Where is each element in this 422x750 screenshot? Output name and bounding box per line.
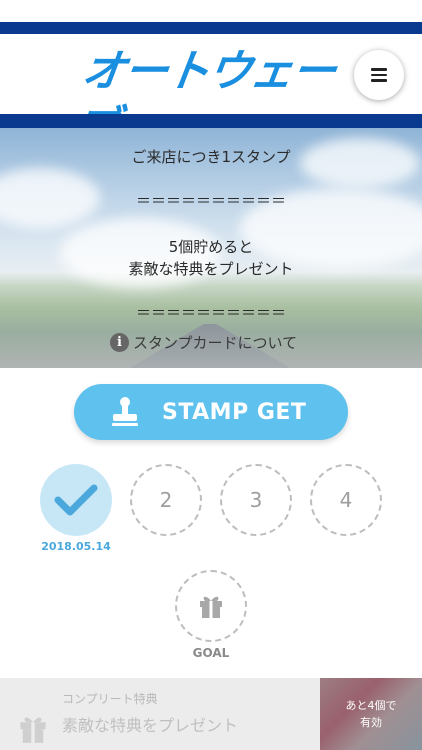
hero-divider: ＝＝＝＝＝＝＝＝＝＝ bbox=[135, 304, 286, 322]
hero-banner: ご来店につき1スタンプ ＝＝＝＝＝＝＝＝＝＝ 5個貯めると 素敵な特典をプレゼン… bbox=[0, 128, 422, 368]
hero-line-stamp-rule: ご来店につき1スタンプ bbox=[131, 148, 291, 166]
gift-icon bbox=[200, 596, 222, 618]
brand-logo: オートウェーブ bbox=[71, 46, 338, 153]
check-icon bbox=[54, 484, 98, 516]
stamp-slot-4-number: 4 bbox=[339, 488, 353, 512]
goal-label: GOAL bbox=[192, 646, 230, 660]
status-area bbox=[0, 0, 422, 22]
hamburger-icon-line bbox=[371, 79, 387, 82]
stamp-slot-1 bbox=[40, 464, 112, 536]
stamp-slot-2: 2 bbox=[130, 464, 202, 536]
stamp-slot-goal bbox=[175, 570, 247, 642]
stamp-get-label: STAMP GET bbox=[162, 399, 307, 425]
hero-line-collect: 5個貯めると bbox=[168, 238, 254, 256]
stamp-slot-3: 3 bbox=[220, 464, 292, 536]
stamp-slot-3-number: 3 bbox=[249, 488, 263, 512]
about-stamp-card-link[interactable]: i スタンプカードについて bbox=[110, 331, 297, 353]
hamburger-icon-line bbox=[371, 73, 387, 77]
app-header: オートウェーブ bbox=[0, 34, 422, 153]
hamburger-icon-line bbox=[371, 68, 387, 71]
header-top-bar bbox=[0, 22, 422, 34]
reward-remaining-count: あと4個で bbox=[345, 699, 397, 712]
menu-button[interactable] bbox=[354, 50, 404, 100]
reward-thumbnail: あと4個で 有効 bbox=[320, 678, 422, 750]
reward-remaining-overlay: あと4個で 有効 bbox=[320, 678, 422, 750]
reward-title: 素敵な特典をプレゼント bbox=[62, 716, 239, 735]
stamp-slot-2-number: 2 bbox=[159, 488, 173, 512]
header-bottom-bar bbox=[0, 114, 422, 128]
hero-divider: ＝＝＝＝＝＝＝＝＝＝ bbox=[135, 192, 286, 210]
hero-line-gift: 素敵な特典をプレゼント bbox=[128, 260, 294, 278]
stamp-get-button[interactable]: STAMP GET bbox=[74, 384, 348, 440]
complete-reward-banner[interactable]: コンプリート特典 素敵な特典をプレゼント bbox=[0, 678, 320, 750]
stamp-slot-4: 4 bbox=[310, 464, 382, 536]
gift-icon bbox=[20, 717, 46, 743]
stamp-icon bbox=[112, 397, 138, 426]
info-icon: i bbox=[110, 332, 129, 352]
reward-caption: コンプリート特典 bbox=[62, 692, 158, 706]
reward-remaining-status: 有効 bbox=[360, 716, 382, 729]
about-stamp-card-label: スタンプカードについて bbox=[133, 333, 298, 352]
stamp-slot-1-date: 2018.05.14 bbox=[41, 540, 111, 553]
